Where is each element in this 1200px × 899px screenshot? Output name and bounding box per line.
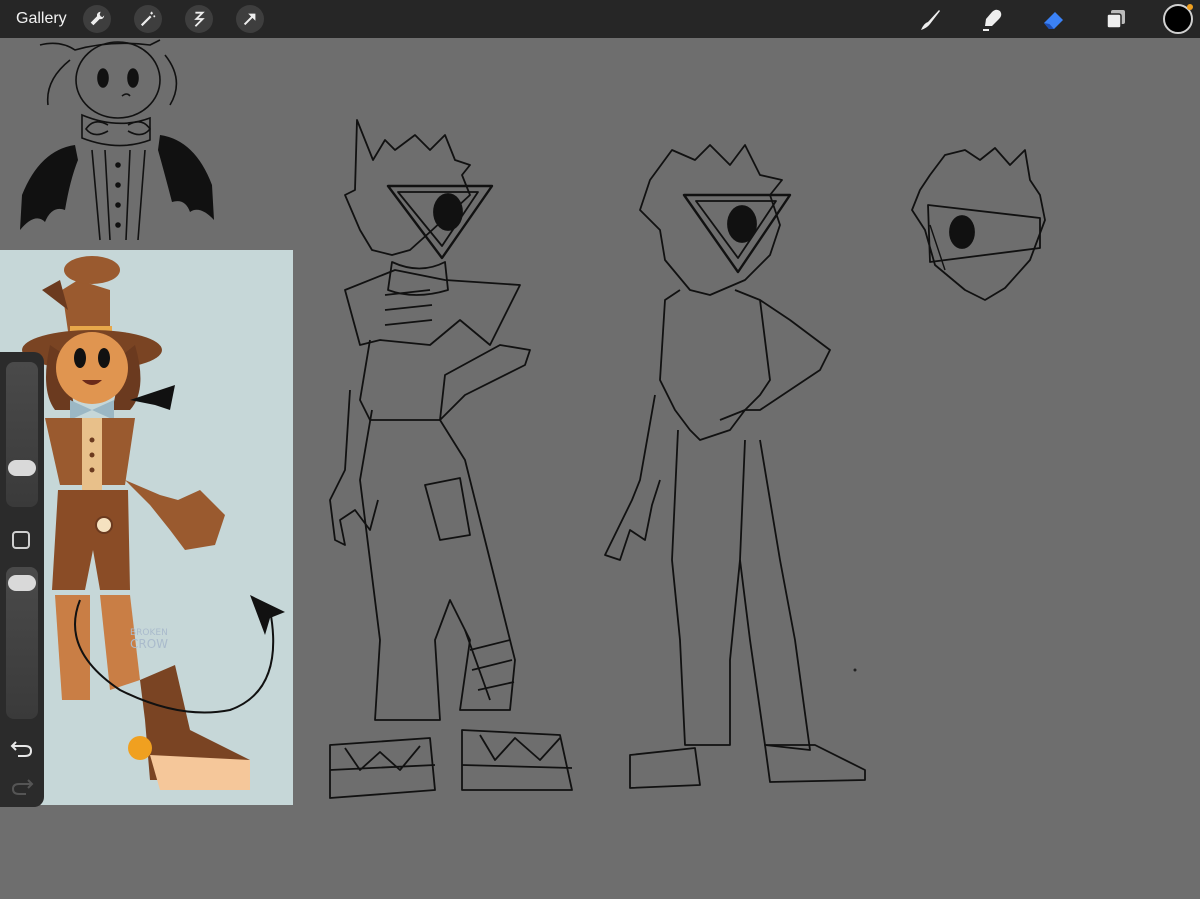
brush-button[interactable]	[915, 4, 945, 34]
selection-button[interactable]	[184, 5, 213, 33]
eraser-icon	[1044, 12, 1063, 29]
undo-button[interactable]	[10, 738, 34, 758]
layers-button[interactable]	[1101, 4, 1131, 34]
sketch-top-left-character	[39, 39, 178, 241]
sketch-right-wing	[158, 135, 214, 220]
smudge-button[interactable]	[977, 4, 1007, 34]
sketch-left-wing	[20, 145, 78, 230]
magic-wand-icon	[140, 11, 155, 27]
undo-icon	[10, 741, 33, 757]
actions-button[interactable]	[82, 5, 111, 33]
sketch-clothed-character	[329, 119, 573, 799]
selection-icon	[193, 11, 205, 27]
color-picker-button[interactable]	[1163, 4, 1193, 34]
redo-button[interactable]	[10, 776, 34, 796]
adjustments-button[interactable]	[133, 5, 162, 33]
brush-icon	[921, 10, 940, 30]
stray-dot	[853, 668, 857, 672]
sketch-head-visor	[911, 147, 1046, 301]
gallery-button[interactable]: Gallery	[16, 10, 67, 28]
modify-button[interactable]	[12, 531, 30, 549]
transform-button[interactable]	[235, 5, 264, 33]
layers-icon	[1106, 10, 1125, 29]
reference-watermark-bottom: CROW	[130, 637, 168, 651]
opacity-slider[interactable]	[6, 567, 38, 719]
smudge-icon	[983, 9, 1002, 31]
wrench-icon	[90, 11, 104, 26]
opacity-thumb[interactable]	[8, 575, 36, 591]
color-indicator-dot	[1187, 4, 1193, 10]
transform-arrow-icon	[243, 13, 256, 26]
sketch-base-body-character	[604, 144, 866, 789]
left-sidebar	[0, 352, 44, 807]
brush-size-slider[interactable]	[6, 362, 38, 507]
brush-size-thumb[interactable]	[8, 460, 36, 476]
eraser-button[interactable]	[1039, 4, 1069, 34]
top-toolbar: Gallery	[0, 0, 1200, 38]
redo-icon	[11, 779, 34, 795]
